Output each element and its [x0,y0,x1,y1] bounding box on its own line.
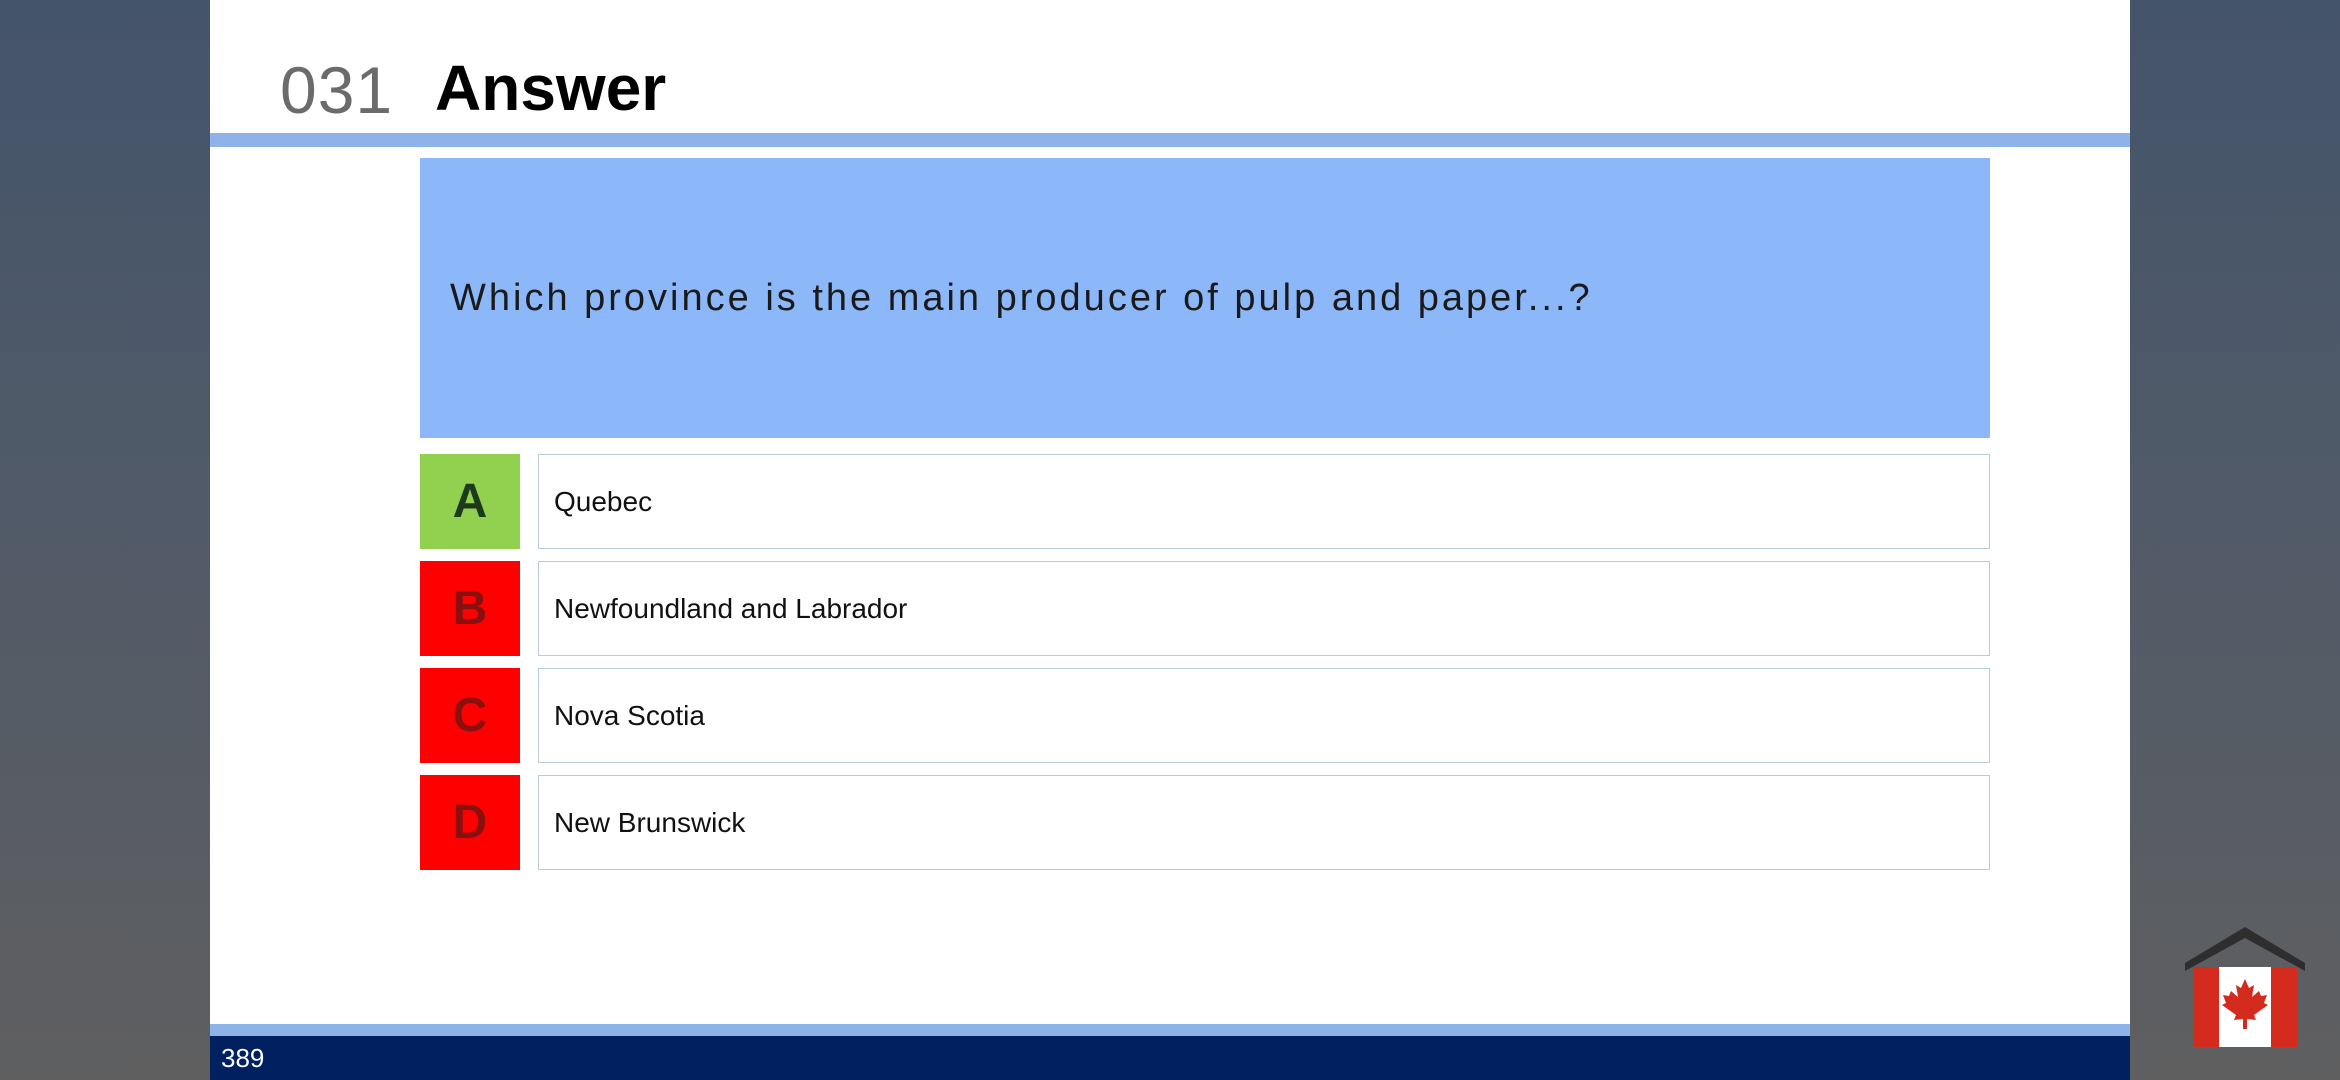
footer-divider [210,1024,2130,1036]
option-letter-b: B [420,561,520,656]
option-text-box-c[interactable]: Nova Scotia [538,668,1990,763]
question-text: Which province is the main producer of p… [450,276,1593,319]
option-text-c: Nova Scotia [554,699,705,731]
option-text-box-a[interactable]: Quebec [538,454,1990,549]
slide: 031 Answer Which province is the main pr… [210,0,2130,1080]
option-text-box-d[interactable]: New Brunswick [538,775,1990,870]
option-b[interactable]: B Newfoundland and Labrador [420,561,1990,656]
option-text-a: Quebec [554,485,653,517]
option-text-box-b[interactable]: Newfoundland and Labrador [538,561,1990,656]
slide-number: 031 [280,53,394,127]
option-letter-d: D [420,775,520,870]
option-d[interactable]: D New Brunswick [420,775,1990,870]
page-number: 389 [221,1043,265,1073]
option-letter-a: A [420,454,520,549]
option-letter-c: C [420,668,520,763]
option-a[interactable]: A Quebec [420,454,1990,549]
house-canada-flag-icon [2183,925,2307,1047]
question-box: Which province is the main producer of p… [420,158,1990,438]
title-divider [210,133,2130,147]
option-text-b: Newfoundland and Labrador [554,592,908,624]
footer-bar: 389 [210,1036,2130,1080]
slide-title: Answer [435,52,667,124]
option-c[interactable]: C Nova Scotia [420,668,1990,763]
option-text-d: New Brunswick [554,806,746,838]
